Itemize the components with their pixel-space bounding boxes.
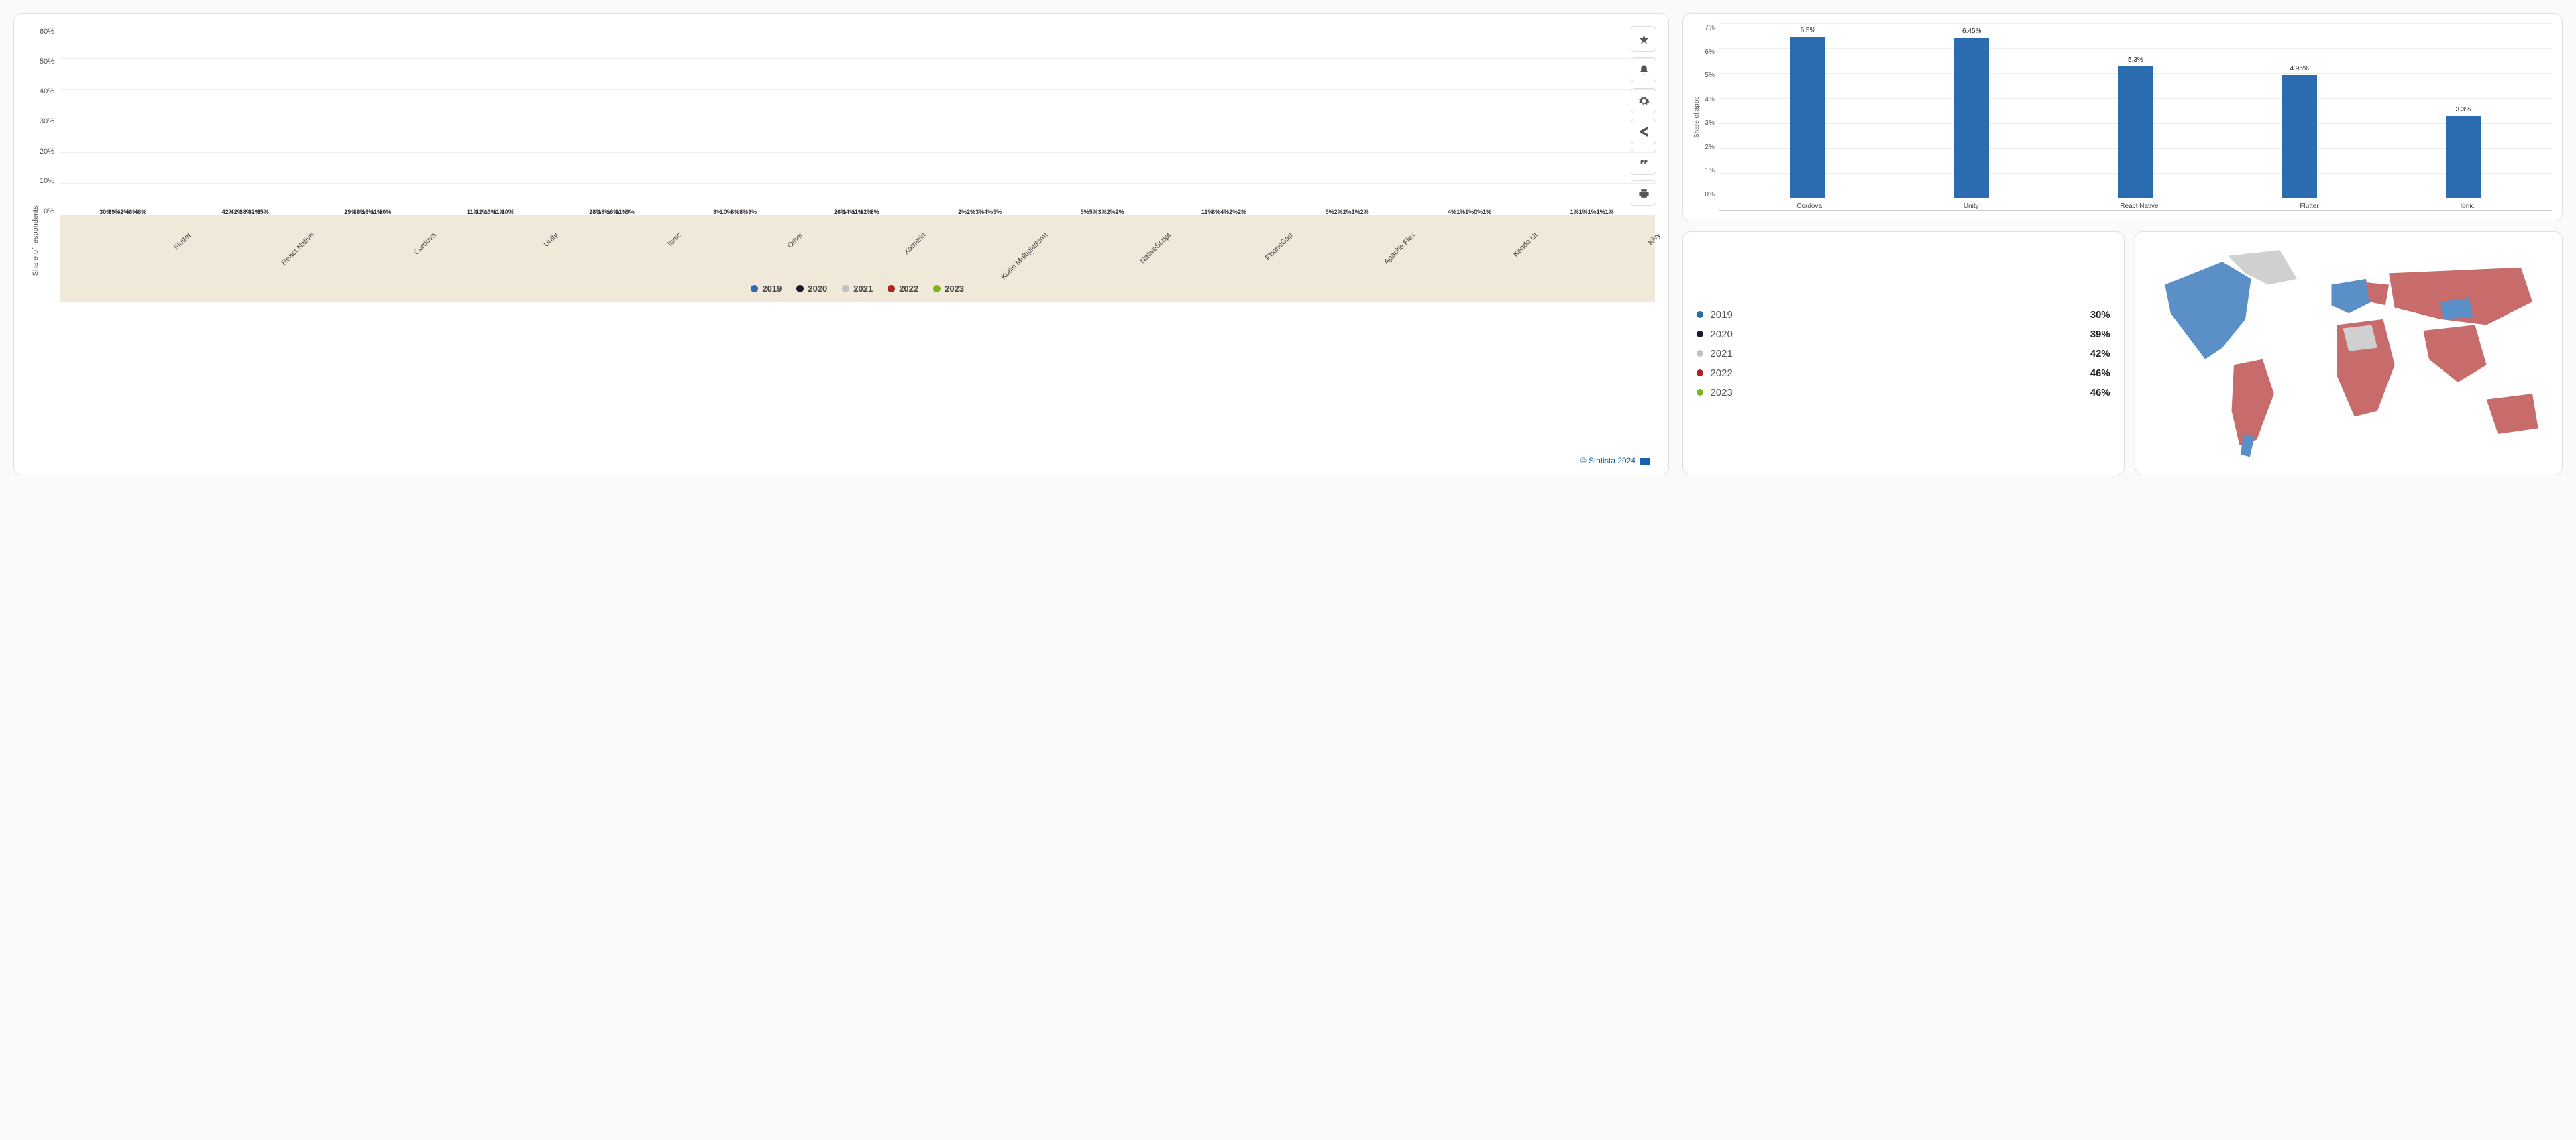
legend-dot <box>1697 369 1703 376</box>
legend-year: 2022 <box>1710 367 1732 379</box>
y-axis-ticks: 60% 50% 40% 30% 20% 10% 0% <box>40 27 60 215</box>
bar-value-label: 9% <box>748 209 757 215</box>
legend-label: 2023 <box>945 284 964 294</box>
plot-area: 30%39%42%46%46%42%42%38%32%35%29%18%16%1… <box>60 27 1655 453</box>
legend-year: 2019 <box>1710 309 1732 321</box>
bar-value-label: 2% <box>958 209 967 215</box>
legend-dot <box>1697 389 1703 396</box>
legend-year: 2023 <box>1710 387 1732 398</box>
x-axis-label: React Native <box>2120 203 2158 210</box>
bar-value-label: 2% <box>1229 209 1238 215</box>
bar-value-label: 35% <box>257 209 269 215</box>
legend-detail-row[interactable]: 2021 42% <box>1697 348 2110 359</box>
bar-value-label: 8% <box>871 209 879 215</box>
bar-value-label: 5% <box>1089 209 1098 215</box>
secondary-plot: 6.5% 6.45% 5.3% 4.95% 3.3% Cordova Unity React… <box>1719 24 2552 211</box>
legend-detail-row[interactable]: 2020 39% <box>1697 329 2110 340</box>
bar-value-label: 10% <box>502 209 514 215</box>
bar-value-label: 5% <box>1081 209 1089 215</box>
bar-value-label: 3.3% <box>2455 106 2471 113</box>
bar[interactable]: 5.3% <box>2118 66 2153 198</box>
bar-value-label: 3% <box>1098 209 1107 215</box>
bar-value-label: 2% <box>1116 209 1124 215</box>
legend-label: 2020 <box>808 284 827 294</box>
bar-value-label: 10% <box>379 209 391 215</box>
x-axis-label: Cordova <box>1796 203 1822 210</box>
bar-value-label: 1% <box>1483 209 1491 215</box>
world-map-panel <box>2135 231 2563 475</box>
bar-value-label: 1% <box>1570 209 1579 215</box>
bar-value-label: 1% <box>1605 209 1614 215</box>
legend-year: 2021 <box>1710 348 1732 359</box>
bar[interactable]: 6.5% <box>1790 37 1825 198</box>
bar-value-label: 2% <box>1360 209 1369 215</box>
bar[interactable]: 3.3% <box>2446 116 2481 198</box>
legend-dot <box>1697 331 1703 337</box>
bar-value-label: 1% <box>1465 209 1474 215</box>
legend-year: 2020 <box>1710 329 1732 340</box>
legend-dot <box>1697 350 1703 357</box>
secondary-y-axis-label: Share of apps <box>1693 24 1701 211</box>
bar-value-label: 4.95% <box>2290 65 2308 72</box>
legend-value: 39% <box>2090 329 2110 340</box>
bar-value-label: 1% <box>1352 209 1360 215</box>
bar-value-label: 4% <box>1448 209 1456 215</box>
legend-value: 42% <box>2090 348 2110 359</box>
legend-value: 30% <box>2090 309 2110 321</box>
bar-value-label: 6% <box>1212 209 1220 215</box>
bar-value-label: 5% <box>993 209 1002 215</box>
legend-detail-row[interactable]: 2022 46% <box>1697 367 2110 379</box>
bar-value-label: 3% <box>975 209 984 215</box>
bar-value-label: 5.3% <box>2128 56 2143 64</box>
x-axis-label: Flutter <box>2300 203 2318 210</box>
bar-value-label: 1% <box>1456 209 1465 215</box>
bar-value-label: 8% <box>731 209 739 215</box>
x-axis-label: Ionic <box>2460 203 2474 210</box>
legend-dot <box>933 285 941 292</box>
legend-value: 46% <box>2090 387 2110 398</box>
bar-value-label: 9% <box>626 209 635 215</box>
bar-value-label: 2% <box>1334 209 1343 215</box>
bar-value-label: 4% <box>1220 209 1229 215</box>
main-chart-panel: Share of respondents 60% 50% 40% 30% 20%… <box>13 13 1669 475</box>
legend-item[interactable]: 2023 <box>933 284 964 294</box>
y-axis-label: Share of respondents <box>28 27 40 453</box>
bar-value-label: 2% <box>1343 209 1352 215</box>
bar-value-label: 5% <box>1326 209 1334 215</box>
legend-dot <box>1697 311 1703 318</box>
secondary-chart-panel: Share of apps 7%6%5%4%3%2%1%0% 6.5% 6.45%… <box>1682 13 2563 221</box>
world-map <box>2142 239 2555 468</box>
bar[interactable]: 6.45% <box>1954 38 1989 198</box>
bar-value-label: 4% <box>984 209 993 215</box>
bar-value-label: 46% <box>134 209 146 215</box>
legend-detail-row[interactable]: 2023 46% <box>1697 387 2110 398</box>
x-axis-label: Unity <box>1964 203 1979 210</box>
legend-detail-row[interactable]: 2019 30% <box>1697 309 2110 321</box>
bar-value-label: 1% <box>1579 209 1588 215</box>
bar-value-label: 2% <box>967 209 975 215</box>
bar[interactable]: 4.95% <box>2282 75 2317 198</box>
legend-detail-panel: 2019 30% 2020 39% 2021 42% 2022 46% 2023 46% <box>1682 231 2124 475</box>
bar-value-label: 0% <box>1474 209 1483 215</box>
bar-value-label: 8% <box>739 209 748 215</box>
bar-value-label: 1% <box>1597 209 1605 215</box>
bar-value-label: 6.45% <box>1962 27 1981 35</box>
attribution: © Statista 2024 <box>28 453 1655 468</box>
right-column: Share of apps 7%6%5%4%3%2%1%0% 6.5% 6.45%… <box>1682 13 2563 475</box>
bar-value-label: 1% <box>1588 209 1597 215</box>
flag-icon <box>1640 458 1650 465</box>
bar-value-label: 2% <box>1238 209 1246 215</box>
legend-value: 46% <box>2090 367 2110 379</box>
bar-value-label: 2% <box>1107 209 1116 215</box>
secondary-y-ticks: 7%6%5%4%3%2%1%0% <box>1701 24 1718 198</box>
main-chart: Share of respondents 60% 50% 40% 30% 20%… <box>28 27 1655 453</box>
bar-value-label: 6.5% <box>1801 27 1816 34</box>
